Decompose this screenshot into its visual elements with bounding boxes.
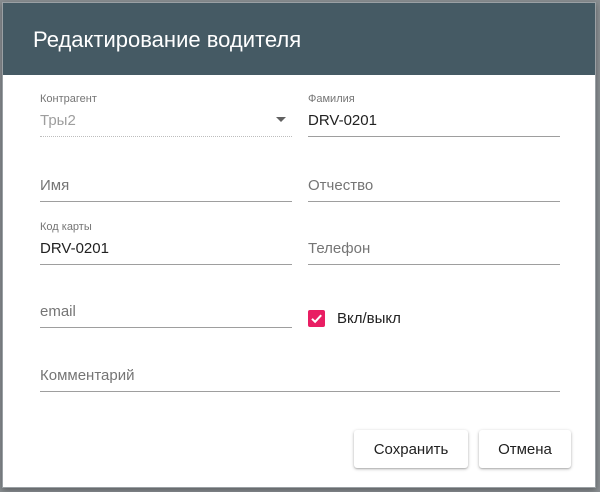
email-underline xyxy=(40,327,292,328)
patronymic-placeholder[interactable]: Отчество xyxy=(308,177,373,195)
cancel-button[interactable]: Отмена xyxy=(479,430,571,468)
enabled-checkbox[interactable]: Вкл/выкл xyxy=(308,306,401,330)
checkbox-checked-icon[interactable] xyxy=(308,309,325,327)
card-code-field[interactable]: Код карты DRV-0201 xyxy=(40,221,292,273)
surname-field[interactable]: Фамилия DRV-0201 xyxy=(308,93,560,145)
contractor-select[interactable]: Контрагент Тры2 xyxy=(40,93,292,145)
name-underline xyxy=(40,201,292,202)
surname-label: Фамилия xyxy=(308,93,355,105)
card-code-underline xyxy=(40,264,292,265)
comment-field[interactable]: Комментарий xyxy=(40,348,560,400)
comment-underline xyxy=(40,391,560,392)
edit-driver-dialog: Редактирование водителя Контрагент Тры2 … xyxy=(2,2,596,488)
name-placeholder[interactable]: Имя xyxy=(40,177,69,195)
patronymic-underline xyxy=(308,201,560,202)
save-button[interactable]: Сохранить xyxy=(354,430,468,468)
phone-field[interactable]: Телефон xyxy=(308,221,560,273)
comment-placeholder[interactable]: Комментарий xyxy=(40,367,134,385)
email-placeholder[interactable]: email xyxy=(40,303,76,321)
enabled-label[interactable]: Вкл/выкл xyxy=(337,310,401,327)
chevron-down-icon[interactable] xyxy=(276,117,286,122)
card-code-value[interactable]: DRV-0201 xyxy=(40,240,109,258)
contractor-label: Контрагент xyxy=(40,93,97,105)
patronymic-field[interactable]: Отчество xyxy=(308,158,560,210)
name-field[interactable]: Имя xyxy=(40,158,292,210)
contractor-value: Тры2 xyxy=(40,112,76,129)
phone-placeholder[interactable]: Телефон xyxy=(308,240,370,258)
phone-underline xyxy=(308,264,560,265)
dialog-header: Редактирование водителя xyxy=(3,3,595,75)
card-code-label: Код карты xyxy=(40,221,92,233)
checkmark-icon xyxy=(311,314,322,323)
contractor-underline xyxy=(40,136,292,137)
email-field[interactable]: email xyxy=(40,284,292,336)
surname-underline xyxy=(308,136,560,137)
dialog-title: Редактирование водителя xyxy=(33,27,302,52)
surname-value[interactable]: DRV-0201 xyxy=(308,112,377,130)
